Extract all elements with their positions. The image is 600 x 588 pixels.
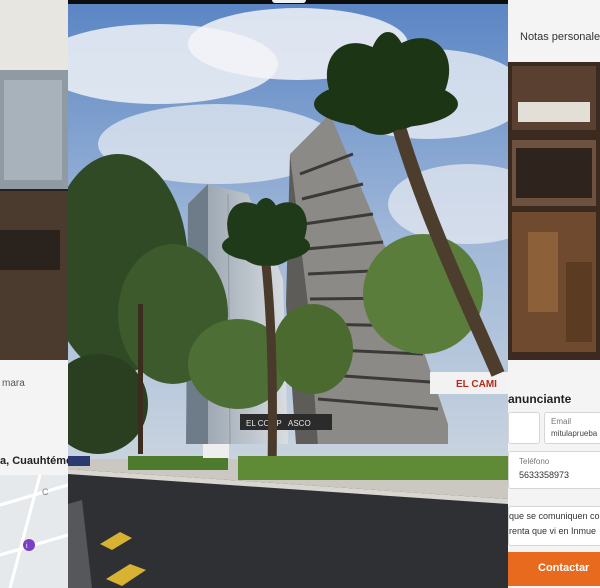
email-value: mitulaprueba [551, 429, 598, 438]
right-background-panel: Notas personales anunciante Email mitula… [508, 0, 600, 588]
phone-label: Teléfono [519, 457, 550, 466]
lightbox-top-handle [272, 0, 306, 3]
left-text-fragment: mara [2, 378, 25, 389]
right-thumbnails[interactable] [508, 62, 600, 360]
notes-header-title[interactable]: Notas personales [520, 31, 600, 43]
message-line-1: que se comuniquen co [509, 511, 600, 521]
section-title: anunciante [508, 392, 572, 406]
street-scene-image: EL CAMI EL COMP ASCO [68, 4, 508, 588]
left-map[interactable]: i [0, 475, 68, 588]
phone-value: 5633358973 [519, 470, 570, 480]
name-field[interactable] [508, 412, 540, 444]
lightbox-photo[interactable]: EL CAMI EL COMP ASCO [68, 4, 508, 588]
message-field[interactable]: que se comuniquen co renta que vi en Inm… [508, 506, 600, 546]
email-label: Email [551, 417, 572, 426]
message-line-2: renta que vi en Inmue [509, 526, 597, 536]
contact-button-label: Contactar [538, 562, 590, 574]
phone-field[interactable]: Teléfono 5633358973 [508, 451, 600, 489]
left-background-panel: mara a, Cuauhtémo i C [0, 0, 68, 588]
left-listing-photo [0, 0, 68, 360]
sign-el-camino: EL CAMI [456, 379, 497, 390]
map-label: C [42, 487, 49, 497]
sign-asco: ASCO [288, 419, 311, 428]
left-address-fragment: a, Cuauhtémo [0, 455, 68, 467]
contact-button[interactable]: Contactar [508, 552, 600, 586]
email-field[interactable]: Email mitulaprueba [544, 412, 600, 444]
